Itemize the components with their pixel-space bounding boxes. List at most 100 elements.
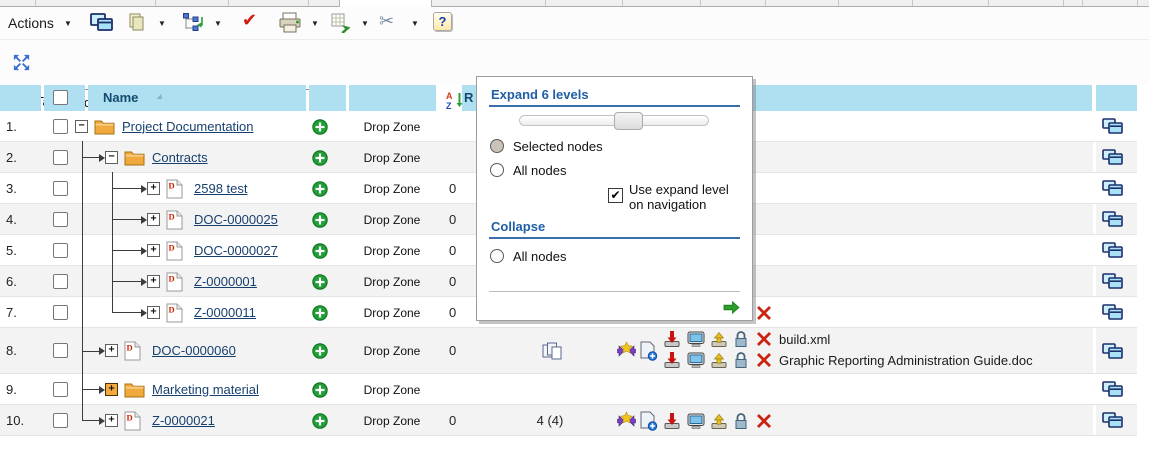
row-checkbox[interactable] [53,119,68,134]
window-icon[interactable] [90,13,114,32]
drop-zone[interactable]: Drop Zone [347,151,437,165]
add-content-icon[interactable] [312,274,328,290]
add-content-icon[interactable] [312,343,328,359]
delete-icon[interactable] [755,331,773,347]
chevron-down-icon[interactable]: ▼ [311,20,319,28]
window-icon[interactable] [1102,343,1124,360]
tree-toggle-minus[interactable]: − [105,151,118,164]
workflow-icon[interactable] [181,11,206,34]
drop-zone[interactable]: Drop Zone [347,344,437,358]
download-icon[interactable] [662,351,682,369]
tools-icon[interactable]: ✂ [379,11,394,32]
chevron-down-icon[interactable]: ▼ [214,20,222,28]
tree-toggle-plus[interactable]: + [105,344,118,357]
fit-expand-icon[interactable] [12,53,31,72]
upload-icon[interactable] [709,330,729,348]
row-checkbox[interactable] [53,181,68,196]
row-checkbox[interactable] [53,413,68,428]
add-doc-icon[interactable] [639,411,658,431]
copy-icon[interactable] [127,12,147,33]
drop-zone[interactable]: Drop Zone [347,414,437,428]
header-name[interactable]: Name ▲ [88,85,306,111]
tree-toggle-plus[interactable]: + [147,244,160,257]
validate-check-icon[interactable]: ✔ [242,10,257,31]
export-table-icon[interactable] [330,12,351,33]
row-checkbox[interactable] [53,305,68,320]
delete-icon[interactable] [755,305,773,321]
name-link[interactable]: Project Documentation [122,119,254,134]
name-link[interactable]: Z-0000001 [194,274,257,289]
window-icon[interactable] [1102,412,1124,429]
name-link[interactable]: Contracts [152,150,208,165]
window-icon[interactable] [1102,211,1124,228]
drop-zone[interactable]: Drop Zone [347,383,437,397]
transform-icon[interactable] [616,341,637,361]
window-icon[interactable] [1102,180,1124,197]
chevron-down-icon[interactable]: ▼ [361,20,369,28]
chevron-down-icon[interactable]: ▼ [411,20,419,28]
upload-icon[interactable] [709,412,729,430]
row-checkbox[interactable] [53,274,68,289]
select-all-checkbox[interactable] [53,90,68,105]
upload-icon[interactable] [709,351,729,369]
download-icon[interactable] [662,412,682,430]
drop-zone[interactable]: Drop Zone [347,213,437,227]
lock-icon[interactable] [733,351,749,369]
add-doc-icon[interactable] [639,341,658,361]
add-content-icon[interactable] [312,305,328,321]
tree-toggle-plus[interactable]: + [147,275,160,288]
tree-toggle-minus[interactable]: − [75,120,88,133]
actions-menu[interactable]: Actions [8,15,54,31]
radio-collapse-all-nodes[interactable] [490,249,504,263]
window-icon[interactable] [1102,242,1124,259]
row-checkbox[interactable] [53,212,68,227]
drop-zone[interactable]: Drop Zone [347,306,437,320]
add-content-icon[interactable] [312,382,328,398]
help-icon[interactable]: ? [433,12,452,31]
add-content-icon[interactable] [312,212,328,228]
transform-icon[interactable] [616,411,637,431]
row-checkbox[interactable] [53,150,68,165]
row-checkbox[interactable] [53,243,68,258]
row-checkbox[interactable] [53,382,68,397]
add-content-icon[interactable] [312,413,328,429]
add-content-icon[interactable] [312,119,328,135]
tree-toggle-plus[interactable]: + [147,182,160,195]
window-icon[interactable] [1102,149,1124,166]
use-expand-level-checkbox[interactable]: ✔ [608,188,623,203]
view-icon[interactable] [686,330,706,348]
view-icon[interactable] [686,351,706,369]
add-content-icon[interactable] [312,181,328,197]
row-checkbox[interactable] [53,343,68,358]
window-icon[interactable] [1102,304,1124,321]
apply-arrow-icon[interactable] [722,300,741,315]
drop-zone[interactable]: Drop Zone [347,120,437,134]
tree-toggle-plus[interactable]: + [147,306,160,319]
lock-icon[interactable] [733,412,749,430]
tree-toggle-plus[interactable]: + [105,414,118,427]
name-link[interactable]: Z-0000021 [152,413,215,428]
slider-thumb[interactable] [614,112,643,130]
drop-zone[interactable]: Drop Zone [347,275,437,289]
lock-icon[interactable] [733,330,749,348]
chevron-down-icon[interactable]: ▼ [64,20,72,28]
name-link[interactable]: Z-0000011 [194,305,256,320]
tree-toggle-plus[interactable]: + [147,213,160,226]
name-link[interactable]: DOC-0000060 [152,343,236,358]
name-link[interactable]: 2598 test [194,181,248,196]
window-icon[interactable] [1102,381,1124,398]
window-icon[interactable] [1102,118,1124,135]
view-icon[interactable] [686,412,706,430]
printer-icon[interactable] [278,12,303,33]
delete-icon[interactable] [755,413,773,429]
radio-all-nodes[interactable] [490,163,504,177]
add-content-icon[interactable] [312,150,328,166]
expand-level-slider[interactable] [519,115,709,126]
name-link[interactable]: Marketing material [152,382,259,397]
window-icon[interactable] [1102,273,1124,290]
download-icon[interactable] [662,330,682,348]
name-link[interactable]: DOC-0000025 [194,212,278,227]
delete-icon[interactable] [755,352,773,368]
chevron-down-icon[interactable]: ▼ [158,20,166,28]
name-link[interactable]: DOC-0000027 [194,243,278,258]
